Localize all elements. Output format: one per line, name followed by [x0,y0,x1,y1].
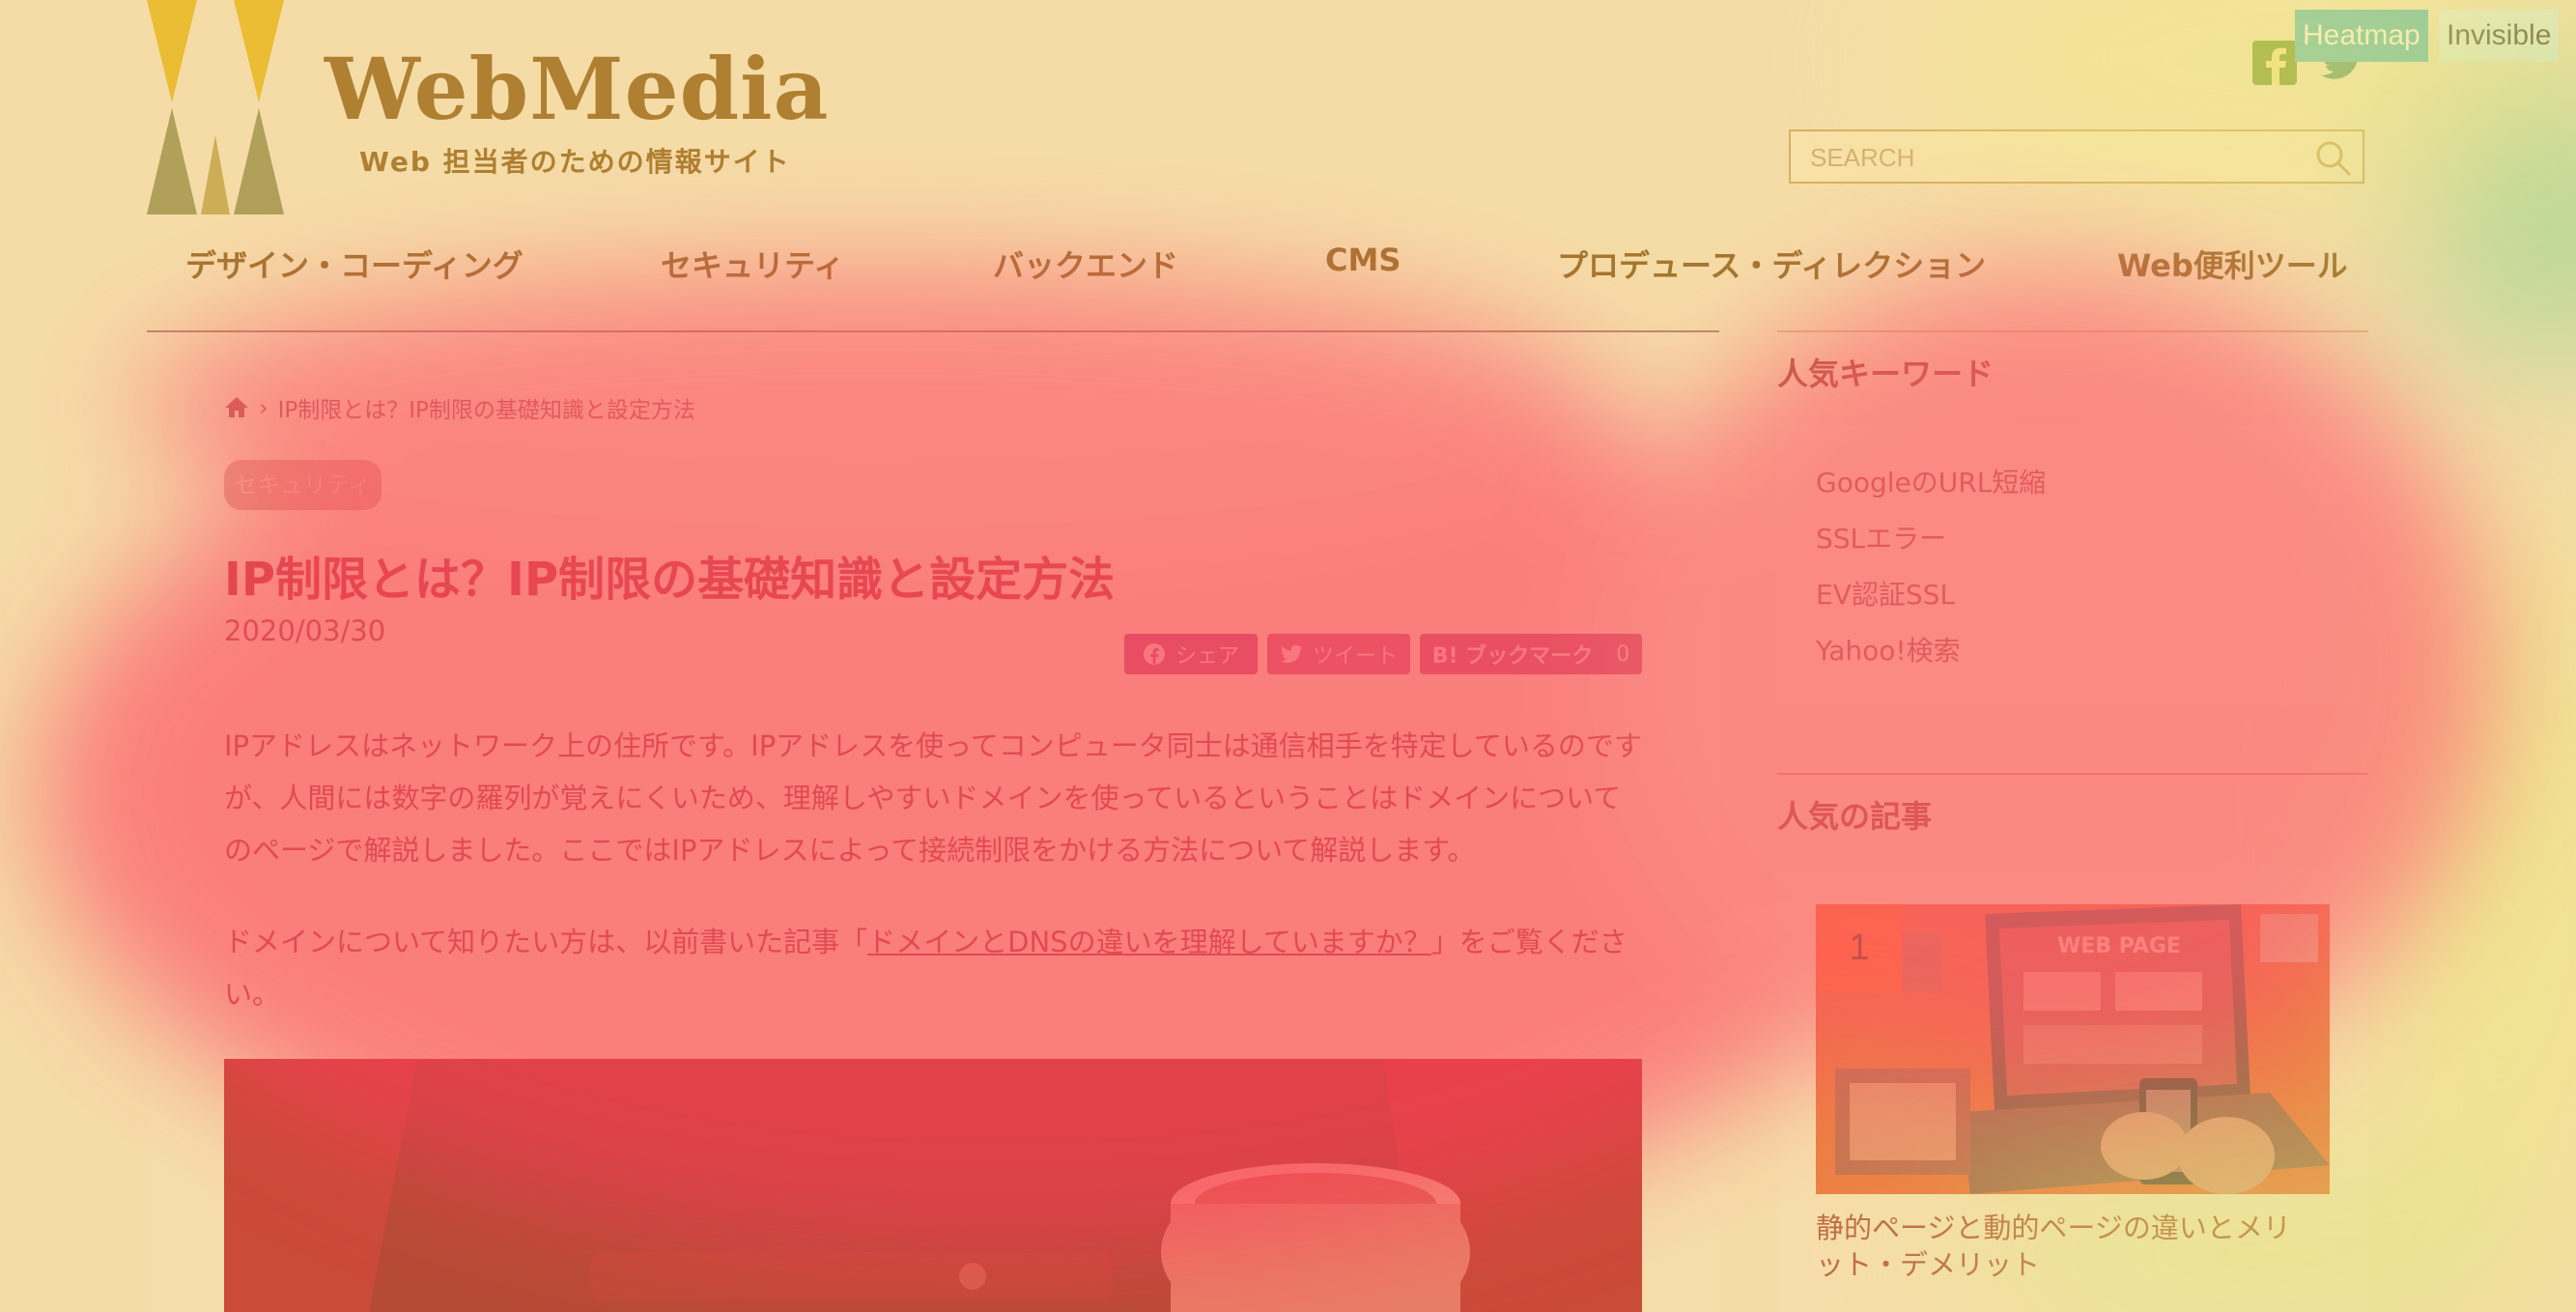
popular-article-image-text: WEB PAGE [2057,934,2181,958]
search-input[interactable] [1808,131,2314,184]
article-paragraph-2: ドメインについて知りたい方は、以前書いた記事「ドメインとDNSの違いを理解してい… [224,916,1644,1020]
logo-icon[interactable] [147,0,284,214]
article-hero-image [224,1059,1642,1312]
logo-tagline: Web 担当者のための情報サイト [359,146,791,178]
laptop-coffee-photo [224,1059,1642,1312]
twitter-share-label: ツイート [1312,644,1398,669]
twitter-share-button[interactable]: ツイート [1267,634,1410,674]
article-title: IP制限とは？IP制限の基礎知識と設定方法 [224,553,1116,607]
facebook-icon [1143,643,1165,665]
keyword-item[interactable]: GoogleのURL短縮 [1816,462,2046,500]
category-badge[interactable]: セキュリティ [224,460,382,510]
breadcrumb-separator-icon: › [259,394,269,421]
twitter-icon [1280,644,1302,664]
hatena-bookmark-label: B! ブックマーク [1431,644,1594,669]
invisible-button[interactable]: Invisible [2439,10,2560,62]
sidebar-divider-top [1777,330,2368,332]
search-icon[interactable] [2314,139,2353,178]
nav-item-produce-direction[interactable]: プロデュース・ディレクション [1557,242,1986,286]
nav-item-web-tools[interactable]: Web便利ツール [2117,242,2348,286]
paragraph-text: ドメインについて知りたい方は、以前書いた記事「 [224,926,868,958]
breadcrumb: › IP制限とは？IP制限の基礎知識と設定方法 [224,390,695,425]
facebook-icon[interactable] [2252,41,2297,85]
facebook-share-label: シェア [1175,644,1239,669]
hatena-bookmark-count: 0 [1616,642,1630,667]
popular-articles-heading: 人気の記事 [1777,798,1933,835]
nav-item-cms[interactable]: CMS [1325,242,1401,278]
rank-badge: 1 [1816,904,1903,991]
heatmap-button[interactable]: Heatmap [2295,10,2428,62]
popular-keywords-heading: 人気キーワード [1777,356,1995,392]
page: WebMedia Web 担当者のための情報サイト Heatmap Invisi… [0,0,2576,1312]
logo-text[interactable]: WebMedia [325,39,830,139]
hatena-bookmark-button[interactable]: B! ブックマーク 0 [1420,634,1642,674]
domain-dns-article-link[interactable]: ドメインとDNSの違いを理解していますか？ [867,926,1431,958]
facebook-share-button[interactable]: シェア [1124,634,1258,674]
home-icon[interactable] [224,395,249,420]
nav-item-design-coding[interactable]: デザイン・コーディング [185,242,524,286]
keyword-item[interactable]: Yahoo!検索 [1816,630,1961,669]
breadcrumb-current[interactable]: IP制限とは？IP制限の基礎知識と設定方法 [278,391,695,424]
article-paragraph-1: IPアドレスはネットワーク上の住所です。IPアドレスを使ってコンピュータ同士は通… [224,729,1642,867]
article-date: 2020/03/30 [224,614,386,647]
popular-article-title[interactable]: 静的ページと動的ページの違いとメリット・デメリット [1816,1210,2318,1283]
keyword-item[interactable]: EV認証SSL [1816,574,1955,613]
keyword-item[interactable]: SSLエラー [1816,518,1946,556]
search-box [1789,129,2364,184]
nav-item-backend[interactable]: バックエンド [993,242,1178,286]
nav-item-security[interactable]: セキュリティ [661,242,844,286]
main-nav: デザイン・コーディング セキュリティ バックエンド CMS プロデュース・ディレ… [147,242,2368,328]
sidebar-divider [1777,773,2368,775]
